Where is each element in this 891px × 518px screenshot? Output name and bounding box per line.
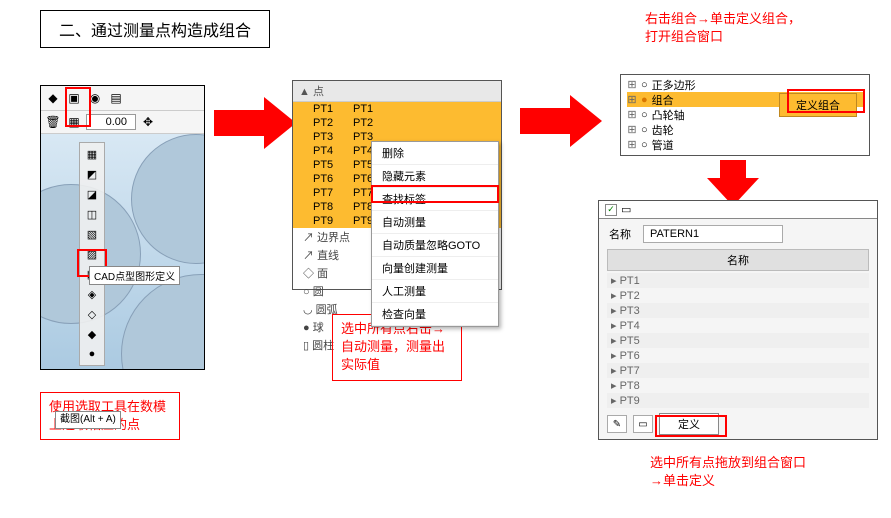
list-item[interactable]: ▸ PT5 — [607, 333, 869, 348]
eraser-icon[interactable]: ✎ — [607, 415, 627, 433]
ctx-delete[interactable]: 删除 — [372, 142, 498, 165]
check-icon[interactable]: ✓ — [605, 204, 617, 216]
tool-11[interactable]: ● — [82, 345, 102, 363]
points-panel-header: ▲ 点 — [293, 81, 501, 102]
section-title: 二、通过测量点构造成组合 — [40, 10, 270, 48]
tool-5[interactable]: ▧ — [82, 225, 102, 243]
list-item[interactable]: ▸ PT8 — [607, 378, 869, 393]
arrow-1 — [214, 110, 264, 136]
point-row[interactable]: PT2PT2 — [293, 116, 501, 130]
caption-panel4: 选中所有点拖放到组合窗口→单击定义 — [650, 454, 810, 490]
list-item[interactable]: ▸ PT7 — [607, 363, 869, 378]
ctx-manual[interactable]: 人工测量 — [372, 280, 498, 303]
highlight-define-btn — [787, 89, 865, 113]
highlight-define — [655, 415, 727, 437]
trash-icon[interactable]: 🗑 — [44, 113, 62, 131]
color-icon[interactable]: ◆ — [44, 89, 62, 107]
name-input[interactable]: PATERN1 — [643, 225, 783, 243]
arrow-2 — [520, 108, 570, 134]
pattern-points-list[interactable]: ▸ PT1 ▸ PT2 ▸ PT3 ▸ PT4 ▸ PT5 ▸ PT6 ▸ PT… — [607, 273, 869, 408]
edit-icon[interactable]: ▭ — [633, 415, 653, 433]
ctx-auto-goto[interactable]: 自动质量忽略GOTO — [372, 234, 498, 257]
tool-9[interactable]: ◇ — [82, 305, 102, 323]
name-label: 名称 — [609, 226, 631, 242]
tool-10[interactable]: ◆ — [82, 325, 102, 343]
feature-tree-panel: ⊞○正多边形 ⊞●组合 ⊞○凸轮轴 ⊞○齿轮 ⊞○管道 定义组合 — [620, 74, 870, 156]
doc-icon[interactable]: ▭ — [621, 203, 631, 216]
cad-canvas[interactable]: ▦ ◩ ◪ ◫ ▧ ▨ ▩ ◈ ◇ ◆ ● CAD点型图形定义 — [41, 134, 204, 370]
pattern-dialog: ✓ ▭ 名称 PATERN1 名称 ▸ PT1 ▸ PT2 ▸ PT3 ▸ PT… — [598, 200, 878, 440]
dialog-titlebar: ✓ ▭ — [599, 201, 877, 219]
points-panel: ▲ 点 PT1PT1 PT2PT2 PT3PT3 PT4PT4 PT5PT5 P… — [292, 80, 502, 290]
caption-panel1: 使用选取工具在数模上选取相应的点 截图(Alt + A) — [40, 392, 180, 440]
highlight-auto-measure — [371, 185, 499, 203]
tool-2[interactable]: ◩ — [82, 165, 102, 183]
alt-tooltip: 截图(Alt + A) — [55, 411, 121, 429]
ctx-vector[interactable]: 向量创建测量 — [372, 257, 498, 280]
cad-viewer-panel: ◆ ▣ ◉ ▤ 🗑 ▦ 0.00 ✥ ▦ ◩ ◪ ◫ ▧ ▨ ▩ ◈ ◇ ◆ ●… — [40, 85, 205, 370]
ctx-auto-measure[interactable]: 自动测量 — [372, 211, 498, 234]
list-item[interactable]: ▸ PT4 — [607, 318, 869, 333]
arrow-3 — [720, 160, 746, 178]
list-item[interactable]: ▸ PT2 — [607, 288, 869, 303]
point-row[interactable]: PT1PT1 — [293, 102, 501, 116]
context-menu: 删除 隐藏元素 查找标签 自动测量 自动质量忽略GOTO 向量创建测量 人工测量… — [371, 141, 499, 327]
list-item[interactable]: ▸ PT1 — [607, 273, 869, 288]
list-item[interactable]: ▸ PT3 — [607, 303, 869, 318]
list-item[interactable]: ▸ PT6 — [607, 348, 869, 363]
caption-top-right: 右击组合→单击定义组合，打开组合窗口 — [645, 10, 805, 46]
value-input[interactable]: 0.00 — [86, 114, 136, 130]
tree-gear[interactable]: ⊞○齿轮 — [627, 122, 863, 137]
highlight-box-1 — [65, 87, 91, 127]
cad-tooltip: CAD点型图形定义 — [89, 266, 180, 285]
column-header: 名称 — [607, 249, 869, 271]
tool-3[interactable]: ◪ — [82, 185, 102, 203]
move-icon[interactable]: ✥ — [139, 113, 157, 131]
tool-icon[interactable]: ▤ — [107, 89, 125, 107]
ctx-check[interactable]: 检查向量 — [372, 303, 498, 326]
tool-8[interactable]: ◈ — [82, 285, 102, 303]
tool-1[interactable]: ▦ — [82, 145, 102, 163]
tool-4[interactable]: ◫ — [82, 205, 102, 223]
list-item[interactable]: ▸ PT9 — [607, 393, 869, 408]
tree-pipe[interactable]: ⊞○管道 — [627, 137, 863, 152]
